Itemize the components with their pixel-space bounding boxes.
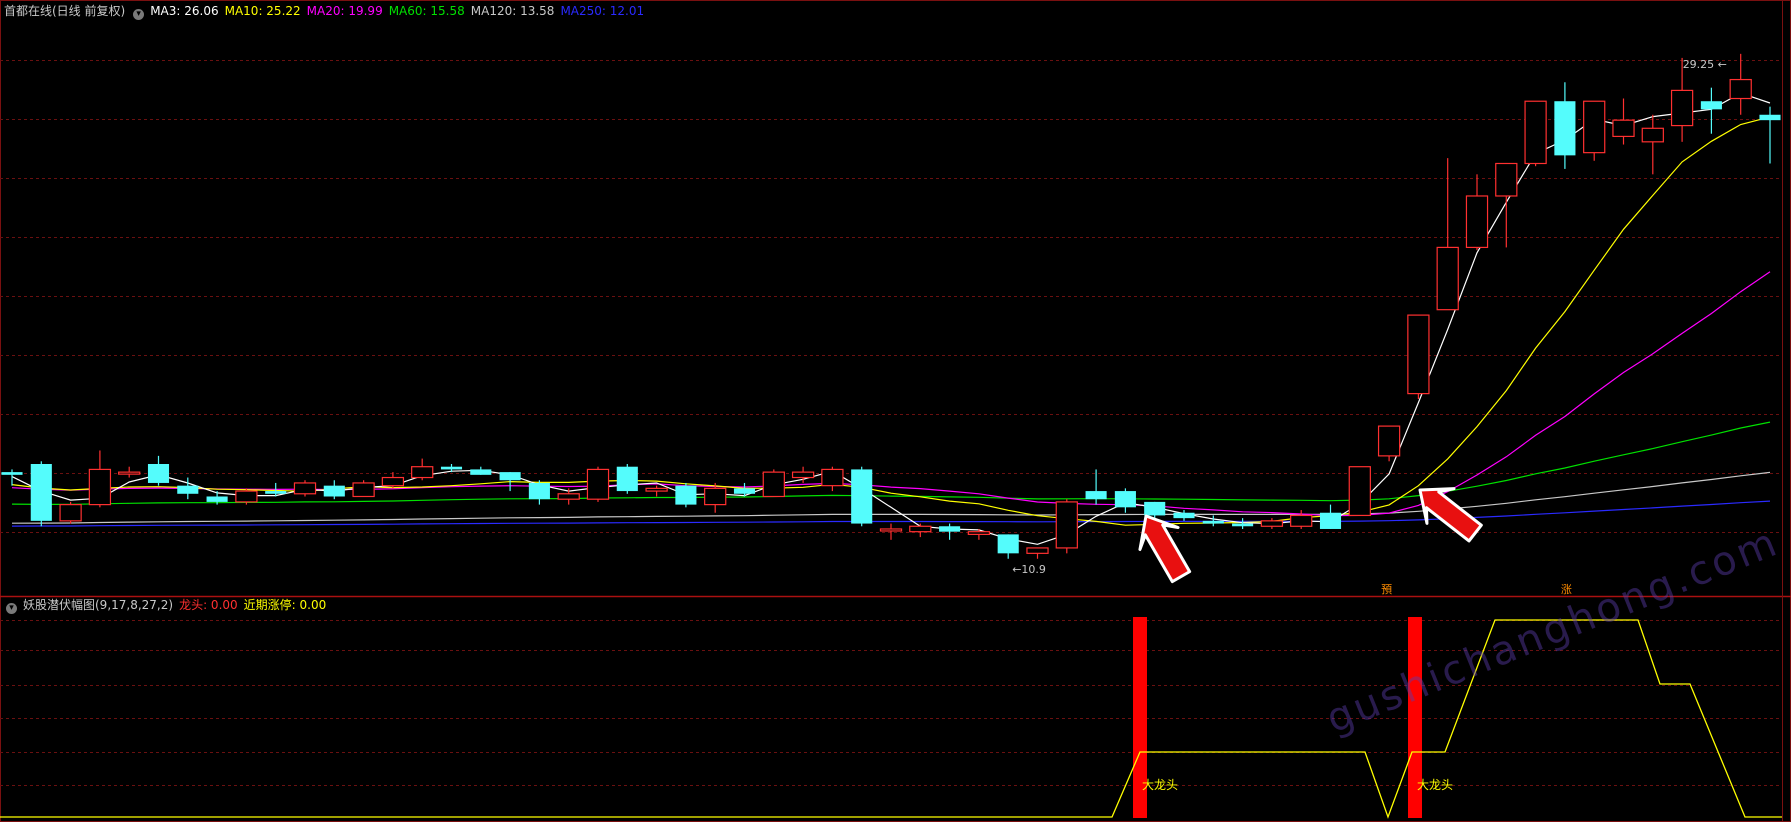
settings-toggle-icon[interactable]: ▾ xyxy=(133,9,145,20)
candle-body-17 xyxy=(499,472,521,481)
signal-marker-b: 涨 xyxy=(1561,583,1572,596)
candle-body-14 xyxy=(411,466,434,479)
candle-body-32 xyxy=(939,526,961,532)
candle-body-52 xyxy=(1524,100,1547,165)
dragon-label-2: 大龙头 xyxy=(1417,778,1453,792)
candle-body-55 xyxy=(1612,119,1635,138)
candle-body-21 xyxy=(616,466,638,492)
candle-body-4 xyxy=(118,471,141,475)
ma3-value: MA3: 26.06 xyxy=(150,4,219,18)
candle-body-33 xyxy=(967,531,991,535)
candle-body-58 xyxy=(1700,101,1722,110)
candle-body-15 xyxy=(440,466,463,470)
candle-body-41 xyxy=(1202,520,1224,524)
candlestick-chart[interactable]: 29.25 ← ←10.9 預 涨大龙头 大龙头 xyxy=(0,0,1791,822)
main-chart-header: 首都在线(日线 前复权) ▾ MA3: 26.06 MA10: 25.22 MA20: … xyxy=(4,3,650,20)
low-price-label: ←10.9 xyxy=(1012,563,1046,576)
candle-body-12 xyxy=(352,482,375,498)
high-price-label: 29.25 ← xyxy=(1683,58,1727,71)
candle-body-56 xyxy=(1641,127,1664,143)
candle-body-53 xyxy=(1554,101,1576,156)
candle-body-59 xyxy=(1729,78,1752,100)
signal-marker-a: 預 xyxy=(1381,583,1392,596)
candle-body-25 xyxy=(733,488,756,494)
candle-body-42 xyxy=(1232,523,1254,527)
candle-body-35 xyxy=(1026,547,1049,554)
stock-name: 首都在线(日线 前复权) xyxy=(4,4,126,18)
candle-body-20 xyxy=(586,468,610,500)
candle-body-60 xyxy=(1759,114,1781,121)
candle-body-46 xyxy=(1348,466,1371,517)
candle-body-2 xyxy=(59,504,82,522)
candle-body-6 xyxy=(177,485,199,494)
candle-body-50 xyxy=(1465,195,1489,249)
ma20-value: MA20: 19.99 xyxy=(306,4,383,18)
candle-body-38 xyxy=(1114,491,1136,508)
candle-body-27 xyxy=(791,471,815,479)
dragon-head-value: 龙头: 0.00 xyxy=(179,598,238,612)
ma20-line xyxy=(11,271,1771,517)
ma120-value: MA120: 13.58 xyxy=(470,4,555,18)
indicator-name: 妖股潜伏幅图(9,17,8,27,2) xyxy=(23,598,174,612)
candle-body-1 xyxy=(30,464,52,521)
candle-body-19 xyxy=(557,493,580,500)
dragon-label-1: 大龙头 xyxy=(1142,778,1178,792)
candle-body-47 xyxy=(1377,425,1401,457)
candle-body-43 xyxy=(1260,520,1284,527)
candle-body-9 xyxy=(265,491,287,494)
ma250-line xyxy=(11,500,1771,527)
candle-body-0 xyxy=(1,472,23,475)
candle-body-39 xyxy=(1144,501,1166,516)
candle-body-49 xyxy=(1436,246,1459,311)
candle-body-11 xyxy=(323,485,345,497)
candle-body-40 xyxy=(1173,512,1195,519)
candle-body-8 xyxy=(235,490,258,503)
ma3-line xyxy=(11,92,1771,545)
candle-body-26 xyxy=(762,471,785,498)
candle-body-31 xyxy=(909,525,932,533)
ma10-value: MA10: 25.22 xyxy=(224,4,301,18)
candle-body-22 xyxy=(645,487,668,492)
candle-body-37 xyxy=(1085,491,1107,500)
candle-body-29 xyxy=(851,469,873,524)
ma250-value: MA250: 12.01 xyxy=(560,4,645,18)
chart-frame xyxy=(0,0,1791,822)
indicator-header: ▾ 妖股潜伏幅图(9,17,8,27,2) 龙头: 0.00 近期涨停: 0.00 xyxy=(4,597,332,614)
candle-body-24 xyxy=(704,487,727,506)
candle-body-16 xyxy=(470,469,492,475)
ma60-value: MA60: 15.58 xyxy=(388,4,465,18)
candle-body-30 xyxy=(879,528,903,532)
candle-body-34 xyxy=(997,534,1019,554)
candle-body-10 xyxy=(293,482,317,495)
candle-body-45 xyxy=(1319,512,1342,529)
candle-body-13 xyxy=(381,476,405,487)
candle-body-18 xyxy=(528,482,550,500)
indicator-toggle-icon[interactable]: ▾ xyxy=(6,603,17,614)
recent-limit-up-value: 近期涨停: 0.00 xyxy=(243,598,327,612)
candle-body-54 xyxy=(1583,100,1606,154)
stock-chart-window: 29.25 ← ←10.9 預 涨大龙头 大龙头 首都在线(日线 前复权) ▾ MA3: 2… xyxy=(0,0,1791,822)
candle-body-28 xyxy=(821,468,844,487)
candle-body-5 xyxy=(147,464,170,483)
candle-body-51 xyxy=(1495,162,1518,197)
candle-body-48 xyxy=(1407,314,1430,395)
candle-body-36 xyxy=(1055,501,1078,549)
candle-body-7 xyxy=(206,496,228,502)
candle-body-3 xyxy=(88,468,112,506)
candle-body-57 xyxy=(1670,89,1694,127)
candle-body-44 xyxy=(1290,514,1313,527)
candle-body-23 xyxy=(675,485,697,505)
